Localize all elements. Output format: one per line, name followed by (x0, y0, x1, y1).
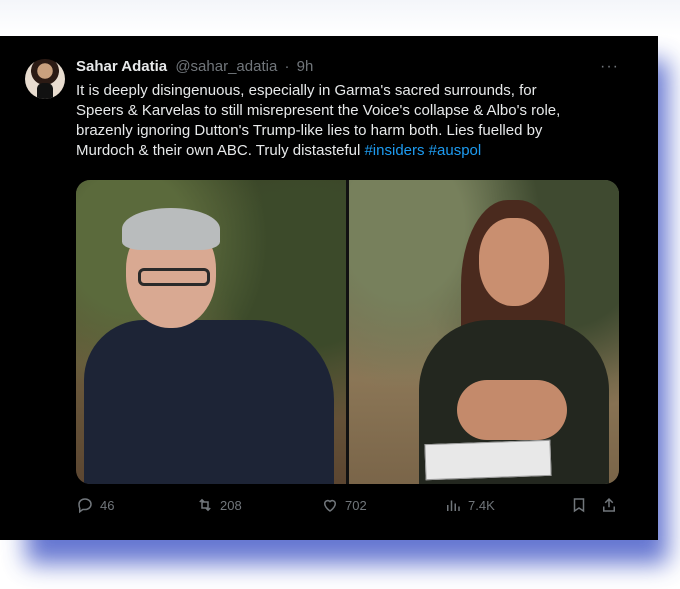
tweet-header: Sahar Adatia @sahar_adatia · 9h (76, 58, 313, 75)
media-right-panel (349, 180, 619, 484)
man-figure-glasses (138, 268, 210, 286)
views-count: 7.4K (468, 497, 495, 513)
action-bar: 46 208 702 7.4K (76, 496, 626, 520)
woman-figure-papers (424, 439, 552, 481)
bookmark-button[interactable] (570, 496, 588, 514)
share-button[interactable] (600, 496, 618, 514)
woman-figure-head (479, 218, 549, 306)
tweet-media[interactable] (76, 180, 619, 484)
hashtag-auspol[interactable]: #auspol (429, 142, 482, 159)
heart-icon (323, 499, 337, 512)
tweet-text-line: It is deeply disingenuous, especially in… (76, 82, 537, 99)
like-count: 702 (345, 497, 367, 513)
tweet-text-line: Speers & Karvelas to still misrepresent … (76, 102, 561, 119)
bookmark-icon (573, 498, 585, 513)
tweet-text-line: Murdoch & their own ABC. Truly distastef… (76, 141, 636, 161)
hashtag-insiders[interactable]: #insiders (364, 142, 424, 159)
tweet-card[interactable]: Sahar Adatia @sahar_adatia · 9h ··· It i… (0, 36, 658, 540)
share-icon (603, 497, 615, 512)
tweet-text: It is deeply disingenuous, especially in… (76, 81, 636, 161)
media-left-panel (76, 180, 346, 484)
reply-button[interactable]: 46 (76, 496, 114, 514)
views-button[interactable]: 7.4K (444, 496, 495, 514)
tweet-text-fragment: Murdoch & their own ABC. Truly distastef… (76, 142, 361, 159)
retweet-count: 208 (220, 497, 242, 513)
reply-count: 46 (100, 497, 115, 513)
woman-figure-arms (457, 380, 567, 440)
author-handle[interactable]: @sahar_adatia (175, 58, 277, 75)
man-figure-body (84, 320, 334, 484)
reply-icon (78, 498, 92, 514)
tweet-text-line: brazenly ignoring Dutton's Trump-like li… (76, 122, 543, 139)
tweet-timestamp[interactable]: 9h (297, 58, 314, 75)
page-background (0, 0, 680, 36)
like-button[interactable]: 702 (321, 496, 367, 514)
views-icon (447, 500, 460, 511)
more-options-icon[interactable]: ··· (600, 58, 619, 76)
separator-dot: · (284, 58, 290, 75)
retweet-icon (199, 498, 211, 512)
avatar[interactable] (25, 59, 65, 99)
man-figure-hair (122, 208, 220, 250)
retweet-button[interactable]: 208 (196, 496, 242, 514)
author-name[interactable]: Sahar Adatia (76, 58, 167, 75)
